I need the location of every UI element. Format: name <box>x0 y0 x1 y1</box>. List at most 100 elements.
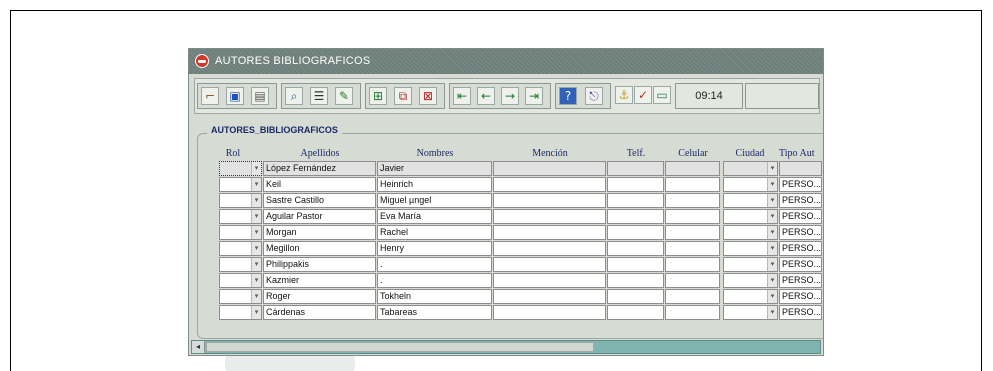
chevron-down-icon[interactable]: ▾ <box>767 290 777 303</box>
chevron-down-icon[interactable]: ▾ <box>767 274 777 287</box>
celular-field[interactable] <box>665 273 720 288</box>
telf-field[interactable] <box>607 225 664 240</box>
next-record-icon[interactable]: → <box>501 87 519 105</box>
chevron-down-icon[interactable]: ▾ <box>251 306 261 319</box>
help-icon[interactable]: ? <box>559 87 577 105</box>
celular-field[interactable] <box>665 289 720 304</box>
duplicate-record-icon[interactable]: ⧉ <box>394 87 412 105</box>
telf-field[interactable] <box>607 177 664 192</box>
edit-icon[interactable]: ✎ <box>335 87 353 105</box>
telf-field[interactable] <box>607 289 664 304</box>
rol-combo[interactable]: ▾ <box>219 225 262 240</box>
search-icon[interactable]: ⌕ <box>285 87 303 105</box>
tipo-autor-field[interactable]: PERSO... <box>779 305 822 320</box>
calendar-icon[interactable]: ▭ <box>653 86 671 104</box>
ciudad-combo[interactable]: ▾ <box>723 305 778 320</box>
mencion-field[interactable] <box>493 257 606 272</box>
scroll-left-arrow-icon[interactable]: ◂ <box>192 341 205 353</box>
exit-icon[interactable]: ⎋ <box>585 87 603 105</box>
anchor-icon[interactable]: ⚓ <box>615 86 633 104</box>
scrollbar-thumb[interactable] <box>206 342 594 352</box>
chevron-down-icon[interactable]: ▾ <box>767 226 777 239</box>
apellidos-field[interactable]: Morgan <box>263 225 376 240</box>
apellidos-field[interactable]: López Fernández <box>263 161 376 176</box>
mencion-field[interactable] <box>493 209 606 224</box>
chevron-down-icon[interactable]: ▾ <box>767 242 777 255</box>
nombres-field[interactable]: Javier <box>377 161 492 176</box>
ciudad-combo[interactable]: ▾ <box>723 225 778 240</box>
apellidos-field[interactable]: Aguilar Pastor <box>263 209 376 224</box>
rol-combo[interactable]: ▾ <box>219 209 262 224</box>
celular-field[interactable] <box>665 193 720 208</box>
broom-icon[interactable]: ⌐ <box>201 87 219 105</box>
chevron-down-icon[interactable]: ▾ <box>251 258 261 271</box>
nombres-field[interactable]: Eva María <box>377 209 492 224</box>
tipo-autor-field[interactable]: PERSO... <box>779 209 822 224</box>
telf-field[interactable] <box>607 241 664 256</box>
last-record-icon[interactable]: ⇥ <box>525 87 543 105</box>
rol-combo[interactable]: ▾ <box>219 289 262 304</box>
tipo-autor-field[interactable]: PERSO... <box>779 193 822 208</box>
mencion-field[interactable] <box>493 289 606 304</box>
tipo-autor-field[interactable]: PERSO... <box>779 273 822 288</box>
ciudad-combo[interactable]: ▾ <box>723 257 778 272</box>
chevron-down-icon[interactable]: ▾ <box>251 290 261 303</box>
apellidos-field[interactable]: Cárdenas <box>263 305 376 320</box>
chevron-down-icon[interactable]: ▾ <box>251 210 261 223</box>
mencion-field[interactable] <box>493 241 606 256</box>
nombres-field[interactable]: Heinrich <box>377 177 492 192</box>
tipo-autor-field[interactable] <box>779 161 822 176</box>
rol-combo[interactable]: ▾ <box>219 257 262 272</box>
rol-combo[interactable]: ▾ <box>219 241 262 256</box>
celular-field[interactable] <box>665 177 720 192</box>
ciudad-combo[interactable]: ▾ <box>723 289 778 304</box>
celular-field[interactable] <box>665 305 720 320</box>
telf-field[interactable] <box>607 209 664 224</box>
mencion-field[interactable] <box>493 161 606 176</box>
mencion-field[interactable] <box>493 193 606 208</box>
ciudad-combo[interactable]: ▾ <box>723 209 778 224</box>
ciudad-combo[interactable]: ▾ <box>723 241 778 256</box>
chevron-down-icon[interactable]: ▾ <box>767 194 777 207</box>
rol-combo[interactable]: ▾ <box>219 161 262 176</box>
celular-field[interactable] <box>665 209 720 224</box>
nombres-field[interactable]: Rachel <box>377 225 492 240</box>
print-icon[interactable]: ▤ <box>251 87 269 105</box>
chevron-down-icon[interactable]: ▾ <box>251 178 261 191</box>
save-icon[interactable]: ▣ <box>226 87 244 105</box>
chevron-down-icon[interactable]: ▾ <box>251 274 261 287</box>
nombres-field[interactable]: Tokheln <box>377 289 492 304</box>
rol-combo[interactable]: ▾ <box>219 193 262 208</box>
tipo-autor-field[interactable]: PERSO... <box>779 225 822 240</box>
telf-field[interactable] <box>607 305 664 320</box>
telf-field[interactable] <box>607 273 664 288</box>
ciudad-combo[interactable]: ▾ <box>723 273 778 288</box>
mencion-field[interactable] <box>493 177 606 192</box>
chevron-down-icon[interactable]: ▾ <box>767 258 777 271</box>
mencion-field[interactable] <box>493 273 606 288</box>
apellidos-field[interactable]: Sastre Castillo <box>263 193 376 208</box>
rol-combo[interactable]: ▾ <box>219 305 262 320</box>
ciudad-combo[interactable]: ▾ <box>723 177 778 192</box>
delete-record-icon[interactable]: ⊠ <box>419 87 437 105</box>
ciudad-combo[interactable]: ▾ <box>723 161 778 176</box>
previous-record-icon[interactable]: ← <box>477 87 495 105</box>
chevron-down-icon[interactable]: ▾ <box>251 242 261 255</box>
nombres-field[interactable]: Miguel µngel <box>377 193 492 208</box>
chevron-down-icon[interactable]: ▾ <box>767 306 777 319</box>
rol-combo[interactable]: ▾ <box>219 177 262 192</box>
check-icon[interactable]: ✓ <box>634 86 652 104</box>
first-record-icon[interactable]: ⇤ <box>453 87 471 105</box>
nombres-field[interactable]: . <box>377 273 492 288</box>
apellidos-field[interactable]: Philippakis <box>263 257 376 272</box>
telf-field[interactable] <box>607 257 664 272</box>
apellidos-field[interactable]: Megillon <box>263 241 376 256</box>
celular-field[interactable] <box>665 241 720 256</box>
nombres-field[interactable]: Henry <box>377 241 492 256</box>
list-icon[interactable]: ☰ <box>310 87 328 105</box>
apellidos-field[interactable]: Roger <box>263 289 376 304</box>
chevron-down-icon[interactable]: ▾ <box>767 178 777 191</box>
ciudad-combo[interactable]: ▾ <box>723 193 778 208</box>
nombres-field[interactable]: . <box>377 257 492 272</box>
celular-field[interactable] <box>665 225 720 240</box>
